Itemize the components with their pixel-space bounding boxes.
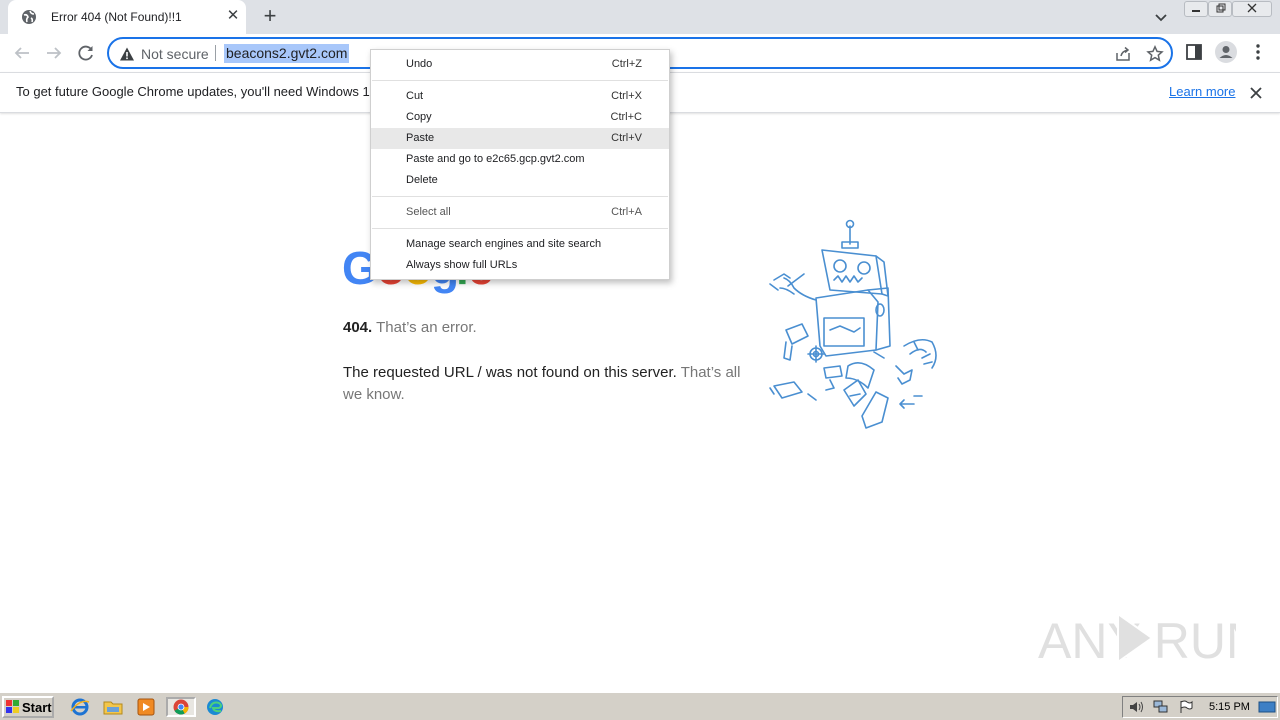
windows-logo-icon: [6, 700, 19, 713]
broken-robot-illustration: [769, 219, 937, 429]
menu-item-delete[interactable]: Delete: [371, 170, 669, 191]
windows-taskbar: Start 5:15 PM: [0, 692, 1280, 720]
chrome-icon: [173, 699, 189, 715]
menu-separator: [372, 80, 668, 81]
infobar-message: To get future Google Chrome updates, you…: [16, 84, 388, 99]
warning-triangle-icon[interactable]: [119, 46, 135, 62]
error-detail-text: The requested URL / was not found on thi…: [343, 364, 677, 381]
minimize-icon: [1192, 10, 1200, 12]
omnibox-divider: [215, 45, 216, 61]
explorer-icon[interactable]: [102, 697, 124, 717]
side-panel-icon[interactable]: [1184, 42, 1204, 62]
error-detail: The requested URL / was not found on thi…: [343, 362, 743, 406]
network-icon[interactable]: [1153, 700, 1169, 714]
show-desktop-icon[interactable]: [1258, 700, 1276, 714]
menu-item-copy[interactable]: Copy Ctrl+C: [371, 107, 669, 128]
menu-item-always-show-full-urls[interactable]: Always show full URLs: [371, 255, 669, 276]
start-label: Start: [22, 700, 52, 715]
action-center-flag-icon[interactable]: [1178, 700, 1194, 714]
close-icon: [1247, 3, 1257, 13]
back-arrow-icon[interactable]: [9, 40, 35, 66]
menu-item-paste[interactable]: Paste Ctrl+V: [371, 128, 669, 149]
menu-item-manage-search-engines[interactable]: Manage search engines and site search: [371, 234, 669, 255]
minimize-button[interactable]: [1184, 1, 1208, 17]
not-secure-label[interactable]: Not secure: [141, 46, 209, 62]
taskbar-clock: 5:15 PM: [1209, 701, 1250, 713]
globe-icon: [22, 10, 36, 24]
menu-item-select-all[interactable]: Select all Ctrl+A: [371, 202, 669, 223]
ie-icon[interactable]: [69, 697, 91, 717]
volume-icon[interactable]: [1128, 700, 1144, 714]
system-tray: [1122, 696, 1278, 718]
browser-tab[interactable]: Error 404 (Not Found)!!1 ✕: [8, 0, 246, 34]
error-short-message: That’s an error.: [376, 319, 477, 336]
start-button[interactable]: Start: [2, 696, 54, 718]
media-player-icon[interactable]: [135, 697, 157, 717]
url-text[interactable]: beacons2.gvt2.com: [224, 44, 350, 63]
profile-avatar-icon[interactable]: [1215, 41, 1237, 63]
menu-item-paste-and-go[interactable]: Paste and go to e2c65.gcp.gvt2.com: [371, 149, 669, 170]
menu-separator: [372, 196, 668, 197]
tab-search-chevron-icon[interactable]: [1152, 8, 1170, 26]
learn-more-link[interactable]: Learn more: [1169, 84, 1235, 99]
reload-icon[interactable]: [73, 40, 99, 66]
error-code: 404.: [343, 319, 373, 336]
menu-item-undo[interactable]: Undo Ctrl+Z: [371, 54, 669, 75]
context-menu: Undo Ctrl+Z Cut Ctrl+X Copy Ctrl+C Paste…: [370, 49, 670, 280]
tab-close-icon[interactable]: ✕: [224, 7, 242, 25]
chrome-taskbar-button[interactable]: [166, 697, 196, 717]
forward-arrow-icon[interactable]: [41, 40, 67, 66]
restore-icon: [1216, 3, 1226, 13]
menu-item-cut[interactable]: Cut Ctrl+X: [371, 86, 669, 107]
infobar-close-icon[interactable]: [1247, 84, 1265, 102]
close-window-button[interactable]: [1232, 1, 1272, 17]
bookmark-star-icon[interactable]: [1146, 45, 1164, 63]
tab-title: Error 404 (Not Found)!!1: [51, 10, 182, 24]
anyrun-watermark: ANY RUN: [1038, 612, 1236, 669]
more-menu-icon[interactable]: [1248, 42, 1268, 62]
share-icon[interactable]: [1114, 45, 1132, 63]
error-heading: 404. That’s an error.: [343, 319, 477, 336]
edge-icon[interactable]: [204, 697, 226, 717]
tab-strip: Error 404 (Not Found)!!1 ✕ +: [0, 0, 1280, 34]
new-tab-button[interactable]: +: [258, 5, 282, 29]
restore-button[interactable]: [1208, 1, 1232, 17]
menu-separator: [372, 228, 668, 229]
